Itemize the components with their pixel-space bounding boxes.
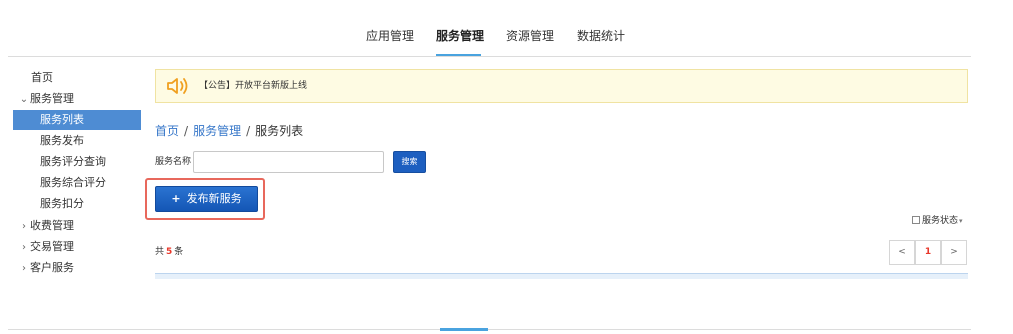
total-suffix: 条 xyxy=(174,247,184,257)
sidebar-group-fee-management[interactable]: › 收费管理 xyxy=(0,216,142,236)
total-prefix: 共 xyxy=(155,247,165,257)
sidebar-item-service-score-query[interactable]: 服务评分查询 xyxy=(0,152,142,172)
sidebar-item-label: 服务评分查询 xyxy=(40,155,106,168)
chevron-down-icon: ⌄ xyxy=(19,94,29,105)
top-navigation: 应用管理 服务管理 资源管理 数据统计 xyxy=(0,0,1013,58)
sidebar-group-customer-service[interactable]: › 客户服务 xyxy=(0,258,142,278)
status-checkbox[interactable] xyxy=(912,216,920,224)
service-name-label: 服务名称 xyxy=(155,157,192,167)
nav-tab-service-management[interactable]: 服务管理 xyxy=(436,28,484,44)
breadcrumb-separator: / xyxy=(246,124,251,138)
sidebar-item-service-deduction[interactable]: 服务扣分 xyxy=(0,194,142,214)
breadcrumb-separator: / xyxy=(184,124,189,138)
status-filter-label: 服务状态 xyxy=(922,216,959,226)
caret-down-icon: ▾ xyxy=(959,217,963,225)
sidebar-item-label: 客户服务 xyxy=(30,261,74,274)
bottom-divider xyxy=(8,329,971,330)
bottom-accent-bar xyxy=(440,328,488,331)
sidebar-item-label: 服务扣分 xyxy=(40,197,84,210)
total-number: 5 xyxy=(166,247,173,257)
nav-divider xyxy=(8,56,971,57)
chevron-right-icon: › xyxy=(22,263,26,274)
breadcrumb: 首页 / 服务管理 / 服务列表 xyxy=(155,123,303,139)
publish-button-label: 发布新服务 xyxy=(186,192,242,205)
sidebar-item-service-overall-score[interactable]: 服务综合评分 xyxy=(0,173,142,193)
nav-tab-data-statistics[interactable]: 数据统计 xyxy=(577,28,625,44)
chevron-right-icon: › xyxy=(22,242,26,253)
sidebar-item-label: 首页 xyxy=(31,71,53,84)
breadcrumb-current: 服务列表 xyxy=(255,124,304,138)
sidebar-item-label: 服务列表 xyxy=(40,113,84,126)
service-name-input[interactable] xyxy=(193,151,384,173)
prev-page-button[interactable]: < xyxy=(889,240,915,265)
nav-tab-resource-management[interactable]: 资源管理 xyxy=(506,28,554,44)
search-button[interactable]: 搜索 xyxy=(393,151,426,173)
sidebar: 首页 ⌄ 服务管理 服务列表 服务发布 服务评分查询 服务综合评分 服务扣分 › 收… xyxy=(0,58,142,288)
publish-new-service-button[interactable]: + 发布新服务 xyxy=(155,186,258,212)
service-status-filter[interactable]: 服务状态▾ xyxy=(912,214,963,228)
sidebar-item-service-publish[interactable]: 服务发布 xyxy=(0,131,142,151)
nav-tab-app-management[interactable]: 应用管理 xyxy=(366,28,414,44)
sidebar-item-label: 服务发布 xyxy=(40,134,84,147)
plus-icon: + xyxy=(171,192,181,205)
speaker-icon xyxy=(167,78,188,94)
sidebar-item-label: 收费管理 xyxy=(30,219,74,232)
announcement-banner: 【公告】开放平台新版上线 xyxy=(155,69,968,103)
total-count: 共5条 xyxy=(155,245,183,259)
chevron-right-icon: › xyxy=(22,221,26,232)
next-page-button[interactable]: > xyxy=(941,240,967,265)
sidebar-group-service-management[interactable]: ⌄ 服务管理 xyxy=(0,89,142,109)
page-button-current[interactable]: 1 xyxy=(915,240,941,265)
breadcrumb-home[interactable]: 首页 xyxy=(155,124,179,138)
sidebar-item-home[interactable]: 首页 xyxy=(0,68,142,88)
breadcrumb-service-management[interactable]: 服务管理 xyxy=(193,124,241,138)
sidebar-item-label: 交易管理 xyxy=(30,240,74,253)
announcement-text[interactable]: 【公告】开放平台新版上线 xyxy=(199,79,307,93)
sidebar-group-transaction-management[interactable]: › 交易管理 xyxy=(0,237,142,257)
sidebar-item-label: 服务管理 xyxy=(30,92,74,105)
sidebar-item-service-list[interactable]: 服务列表 xyxy=(13,110,141,130)
sidebar-item-label: 服务综合评分 xyxy=(40,176,106,189)
table-header xyxy=(155,273,968,279)
